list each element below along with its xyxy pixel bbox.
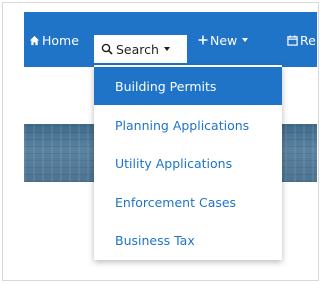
calendar-icon — [287, 34, 298, 46]
nav-search-dropdown-toggle[interactable]: Search — [94, 35, 187, 63]
menu-item-building-permits[interactable]: Building Permits — [94, 67, 282, 105]
home-icon — [29, 35, 40, 46]
search-icon — [101, 43, 113, 55]
nav-home-label: Home — [42, 32, 79, 48]
menu-item-label: Enforcement Cases — [115, 194, 237, 210]
menu-item-planning-applications[interactable]: Planning Applications — [94, 106, 282, 144]
menu-item-label: Business Tax — [115, 232, 195, 248]
menu-item-label: Utility Applications — [115, 155, 233, 171]
menu-item-enforcement-cases[interactable]: Enforcement Cases — [94, 183, 282, 221]
nav-search-label: Search — [116, 41, 159, 57]
plus-icon — [198, 35, 208, 45]
menu-item-business-tax[interactable]: Business Tax — [94, 221, 282, 259]
nav-calendar[interactable]: Re — [287, 28, 317, 52]
nav-new-dropdown-toggle[interactable]: New — [198, 28, 249, 52]
chevron-down-icon — [242, 38, 249, 42]
menu-item-label: Planning Applications — [115, 117, 250, 133]
nav-home[interactable]: Home — [29, 28, 79, 52]
chevron-down-icon — [163, 47, 170, 51]
menu-item-label: Building Permits — [115, 78, 217, 94]
menu-item-utility-applications[interactable]: Utility Applications — [94, 144, 282, 182]
search-dropdown-menu: Building Permits Planning Applications U… — [94, 65, 282, 260]
nav-new-label: New — [210, 32, 238, 48]
nav-calendar-label: Re — [300, 32, 316, 48]
